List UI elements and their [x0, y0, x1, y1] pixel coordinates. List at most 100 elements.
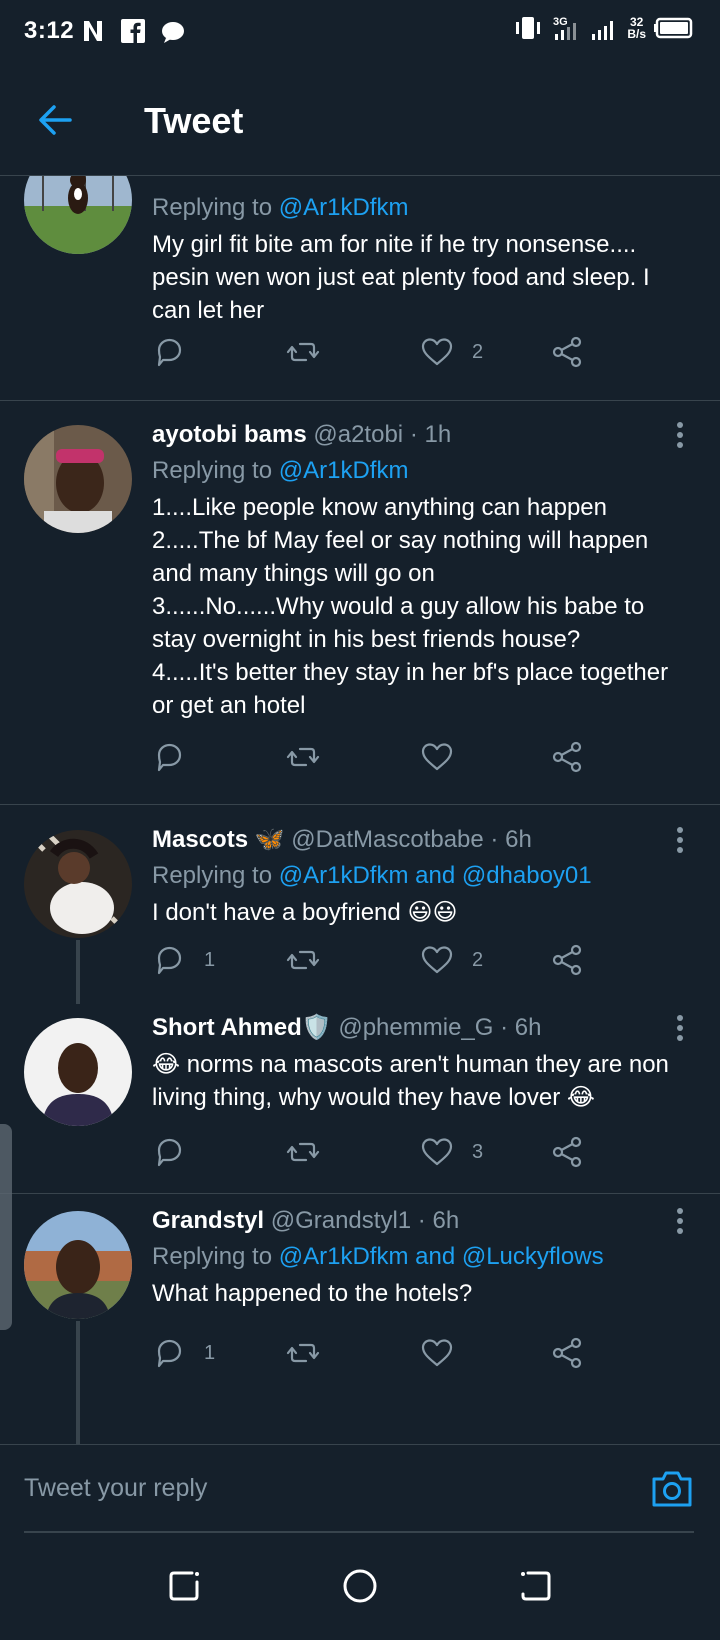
heart-icon — [421, 338, 453, 366]
reply-input[interactable] — [24, 1445, 694, 1533]
user-handle[interactable]: @a2tobi — [313, 421, 403, 448]
user-handle[interactable]: @Grandstyl1 — [271, 1207, 411, 1234]
avatar[interactable] — [24, 830, 132, 938]
tweet-time: 1h — [424, 421, 452, 448]
retweet-button[interactable] — [286, 1132, 320, 1172]
share-button[interactable] — [550, 332, 584, 372]
tweet-item[interactable]: Mascots 🦋 @DatMascotbabe · 6h Replying t… — [0, 806, 720, 1004]
retweet-icon — [286, 1142, 320, 1162]
reply-button[interactable] — [152, 332, 204, 372]
network-speed-unit: B/s — [627, 27, 646, 41]
share-icon — [552, 1337, 582, 1369]
edge-panel-handle[interactable] — [0, 1124, 12, 1330]
tweet-actions: 2 — [152, 332, 632, 372]
share-icon — [552, 336, 582, 368]
tweet-line: 4.....It's better they stay in her bf's … — [152, 659, 669, 719]
retweet-button[interactable] — [286, 940, 320, 980]
dot-separator: · — [500, 1014, 509, 1041]
avatar[interactable] — [24, 176, 132, 254]
tweet-line: 2.....The bf May feel or say nothing wil… — [152, 527, 649, 587]
tweet-line: 1....Like people know anything can happe… — [152, 494, 608, 521]
dot-separator: · — [409, 421, 418, 448]
avatar[interactable] — [24, 1018, 132, 1126]
reply-button[interactable] — [152, 737, 204, 777]
like-button[interactable] — [420, 737, 472, 777]
share-icon — [552, 741, 582, 773]
tweet-item[interactable]: ayotobi bams @a2tobi · 1h Replying to @A… — [0, 401, 720, 805]
avatar[interactable] — [24, 425, 132, 533]
reply-button[interactable]: 1 — [152, 1333, 215, 1373]
share-button[interactable] — [550, 1132, 584, 1172]
share-button[interactable] — [550, 940, 584, 980]
share-button[interactable] — [550, 1333, 584, 1373]
status-time: 3:12 — [24, 17, 75, 44]
display-name[interactable]: Grandstyl — [152, 1207, 264, 1234]
reply-count: 1 — [204, 948, 216, 971]
replying-to: Replying to @Ar1kDfkm and @Luckyflows — [152, 1239, 680, 1275]
mention-link[interactable]: @Ar1kDfkm — [279, 194, 409, 221]
thread-line — [76, 940, 80, 1004]
tweet-feed[interactable]: Replying to @Ar1kDfkm My girl fit bite a… — [0, 176, 720, 1444]
back-nav-icon[interactable] — [514, 1564, 558, 1608]
replying-to: Replying to @Ar1kDfkm — [152, 453, 680, 489]
mention-link[interactable]: @Ar1kDfkm and @Luckyflows — [279, 1243, 604, 1270]
tweet-actions — [152, 737, 632, 777]
retweet-button[interactable] — [286, 332, 320, 372]
display-name[interactable]: ayotobi bams — [152, 421, 307, 448]
replying-to-label: Replying to — [152, 1243, 279, 1270]
heart-icon — [421, 946, 453, 974]
system-indicators: 3G 32 B/s — [513, 14, 696, 42]
network-speed: 32 B/s — [627, 16, 646, 40]
home-circle-icon[interactable] — [338, 1564, 382, 1608]
heart-icon — [421, 743, 453, 771]
tweet-header: Short Ahmed🛡️ @phemmie_G · 6h — [152, 1010, 680, 1046]
like-button[interactable]: 2 — [420, 332, 483, 372]
reply-button[interactable] — [152, 1132, 204, 1172]
like-count: 3 — [472, 1140, 484, 1163]
tweet-item[interactable]: Short Ahmed🛡️ @phemmie_G · 6h 😂 norms na… — [0, 1004, 720, 1194]
share-icon — [552, 1136, 582, 1168]
heart-icon — [421, 1339, 453, 1367]
avatar[interactable] — [24, 1211, 132, 1319]
back-arrow-icon[interactable] — [36, 100, 76, 140]
retweet-button[interactable] — [286, 1333, 320, 1373]
user-handle[interactable]: @DatMascotbabe — [291, 826, 483, 853]
reply-icon — [157, 1339, 182, 1368]
reply-count: 1 — [204, 1341, 216, 1364]
tweet-line: 3......No......Why would a guy allow his… — [152, 593, 645, 653]
tweet-item[interactable]: Grandstyl @Grandstyl1 · 6h Replying to @… — [0, 1195, 720, 1444]
replying-to: Replying to @Ar1kDfkm and @dhaboy01 — [152, 858, 680, 894]
display-name[interactable]: Short Ahmed — [152, 1014, 302, 1041]
recents-icon[interactable] — [162, 1564, 206, 1608]
tweet-text: 😂 norms na mascots aren't human they are… — [152, 1048, 680, 1114]
share-button[interactable] — [550, 737, 584, 777]
laughing-emoji: 😂 — [566, 1084, 595, 1111]
retweet-icon — [286, 950, 320, 970]
reply-icon — [157, 338, 182, 367]
mention-link[interactable]: @Ar1kDfkm — [279, 457, 409, 484]
netflix-n-icon — [84, 21, 102, 41]
user-handle[interactable]: @phemmie_G — [338, 1014, 493, 1041]
retweet-icon — [286, 1343, 320, 1363]
like-button[interactable]: 3 — [420, 1132, 483, 1172]
tweet-text: 1....Like people know anything can happe… — [152, 491, 680, 722]
reply-button[interactable]: 1 — [152, 940, 215, 980]
replying-to-label: Replying to — [152, 194, 279, 221]
tweet-item[interactable]: Replying to @Ar1kDfkm My girl fit bite a… — [0, 176, 720, 401]
reply-bar — [0, 1444, 720, 1534]
tweet-header: ayotobi bams @a2tobi · 1h — [152, 417, 680, 453]
camera-icon[interactable] — [650, 1469, 694, 1509]
tweet-actions: 1 2 — [152, 940, 632, 980]
like-button[interactable]: 2 — [420, 940, 483, 980]
reply-icon — [157, 946, 182, 975]
reply-icon — [157, 1138, 182, 1167]
svg-text:3G: 3G — [553, 16, 568, 28]
mention-link[interactable]: @Ar1kDfkm and @dhaboy01 — [279, 862, 592, 889]
tweet-header: Mascots 🦋 @DatMascotbabe · 6h — [152, 822, 680, 858]
like-count: 2 — [472, 340, 484, 363]
like-button[interactable] — [420, 1333, 472, 1373]
shield-emoji: 🛡️ — [301, 1014, 332, 1041]
display-name[interactable]: Mascots — [152, 826, 248, 853]
retweet-icon — [286, 747, 320, 767]
retweet-button[interactable] — [286, 737, 320, 777]
